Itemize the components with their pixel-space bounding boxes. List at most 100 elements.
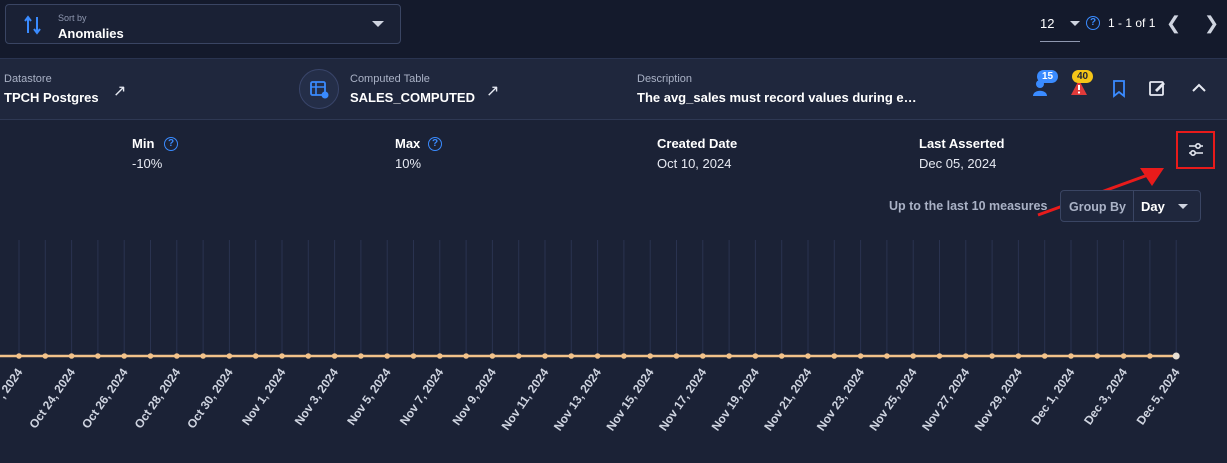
x-tick-label: Nov 7, 2024 — [397, 365, 447, 427]
check-card-header: Datastore TPCH Postgres ↗ Computed Table… — [0, 58, 1227, 120]
datastore-value: TPCH Postgres — [4, 90, 99, 105]
data-point[interactable] — [68, 353, 75, 359]
users-badge: 15 — [1037, 70, 1059, 83]
chevron-down-icon — [1070, 21, 1080, 26]
help-icon[interactable]: ? — [164, 137, 178, 151]
x-tick-label: Dec 1, 2024 — [1028, 365, 1077, 427]
x-tick-label: Nov 17, 2024 — [656, 365, 709, 433]
chevron-down-icon — [372, 21, 384, 27]
data-point[interactable] — [963, 353, 969, 359]
sliders-icon — [1189, 142, 1203, 157]
data-point[interactable] — [489, 353, 496, 359]
previous-page-button[interactable]: ❮ — [1166, 13, 1181, 34]
data-point[interactable] — [463, 353, 469, 359]
x-tick-label: Oct 24, 2024 — [26, 365, 78, 431]
data-point[interactable] — [752, 353, 759, 359]
data-point[interactable] — [594, 353, 601, 359]
x-tick-label: Oct 30, 2024 — [184, 365, 236, 431]
data-point[interactable] — [95, 353, 101, 359]
bookmark-icon[interactable] — [1108, 77, 1130, 99]
data-point[interactable] — [831, 353, 838, 359]
min-label: Min — [132, 136, 155, 151]
created-date-value: Oct 10, 2024 — [657, 156, 732, 171]
data-point[interactable] — [305, 353, 312, 359]
alerts-badge: 40 — [1072, 70, 1094, 83]
data-point[interactable] — [42, 353, 49, 359]
settings-button[interactable] — [1176, 131, 1215, 169]
external-link-icon[interactable]: ↗ — [486, 81, 499, 101]
data-point[interactable] — [1068, 353, 1074, 359]
group-by-select[interactable]: Group By Day — [1060, 190, 1201, 222]
x-tick-label: Dec 5, 2024 — [1134, 365, 1183, 427]
x-tick-label: Dec 3, 2024 — [1081, 365, 1130, 427]
last-asserted-value: Dec 05, 2024 — [919, 156, 997, 171]
external-link-icon[interactable]: ↗ — [113, 81, 126, 101]
data-point[interactable] — [700, 353, 706, 359]
x-tick-label: Nov 19, 2024 — [709, 365, 762, 433]
data-point[interactable] — [910, 353, 916, 359]
data-point[interactable] — [936, 353, 943, 359]
x-tick-label: Nov 27, 2024 — [919, 365, 972, 433]
data-point[interactable] — [542, 353, 548, 359]
data-point[interactable] — [16, 353, 22, 359]
x-tick-label: Nov 21, 2024 — [761, 365, 814, 433]
x-tick-label: Nov 15, 2024 — [603, 365, 656, 433]
x-tick-label: Nov 29, 2024 — [972, 365, 1025, 433]
data-point[interactable] — [121, 353, 127, 359]
chevron-down-icon — [1178, 204, 1188, 209]
data-point[interactable] — [989, 353, 995, 359]
data-point[interactable] — [1041, 353, 1048, 359]
data-point[interactable] — [1172, 352, 1180, 360]
data-point[interactable] — [147, 353, 154, 359]
x-tick-label: Nov 1, 2024 — [239, 365, 289, 427]
measures-note: Up to the last 10 measures — [889, 199, 1048, 213]
data-point[interactable] — [857, 353, 864, 359]
data-point[interactable] — [1120, 353, 1127, 359]
data-point[interactable] — [437, 353, 443, 359]
data-point[interactable] — [515, 353, 522, 359]
computed-table-icon — [299, 69, 339, 109]
data-point[interactable] — [410, 353, 417, 359]
page-size-value: 12 — [1040, 16, 1055, 31]
next-page-button[interactable]: ❯ — [1204, 13, 1219, 34]
table-value: SALES_COMPUTED — [350, 90, 475, 105]
x-tick-label: Oct 28, 2024 — [132, 365, 184, 431]
data-point[interactable] — [621, 353, 627, 359]
min-value: -10% — [132, 156, 163, 171]
sort-caption: Sort by — [58, 13, 87, 23]
data-point[interactable] — [673, 353, 680, 359]
x-tick-label: Nov 5, 2024 — [344, 365, 394, 427]
x-tick-label: Nov 9, 2024 — [450, 365, 500, 427]
data-point[interactable] — [1015, 353, 1022, 359]
data-point[interactable] — [174, 353, 180, 359]
top-toolbar: Sort by Anomalies 12 ? 1 - 1 of 1 ❮ ❯ — [0, 0, 1227, 58]
data-point[interactable] — [647, 353, 653, 359]
data-point[interactable] — [778, 353, 785, 359]
data-point[interactable] — [200, 353, 206, 359]
data-point[interactable] — [226, 353, 233, 359]
data-point[interactable] — [568, 353, 575, 359]
x-tick-label: Nov 13, 2024 — [551, 365, 604, 433]
data-point[interactable] — [331, 353, 338, 359]
data-point[interactable] — [1147, 353, 1153, 359]
sort-value: Anomalies — [58, 26, 124, 41]
data-point[interactable] — [1094, 353, 1101, 359]
help-icon[interactable]: ? — [428, 137, 442, 151]
sort-icon — [24, 15, 41, 35]
description-label: Description — [637, 73, 693, 85]
data-point[interactable] — [279, 353, 285, 359]
data-point[interactable] — [726, 353, 732, 359]
x-tick-label: Nov 25, 2024 — [866, 365, 919, 433]
page-size-select[interactable]: 12 — [1040, 14, 1080, 42]
data-point[interactable] — [805, 353, 811, 359]
x-tick-label: Nov 3, 2024 — [292, 365, 342, 427]
data-point[interactable] — [384, 353, 391, 359]
help-icon[interactable]: ? — [1086, 16, 1100, 30]
data-point[interactable] — [252, 353, 259, 359]
data-point[interactable] — [358, 353, 364, 359]
chevron-up-icon[interactable] — [1188, 77, 1210, 99]
data-point[interactable] — [884, 353, 890, 359]
max-value: 10% — [395, 156, 422, 171]
sort-select[interactable]: Sort by Anomalies — [5, 4, 401, 44]
edit-icon[interactable] — [1146, 77, 1168, 99]
